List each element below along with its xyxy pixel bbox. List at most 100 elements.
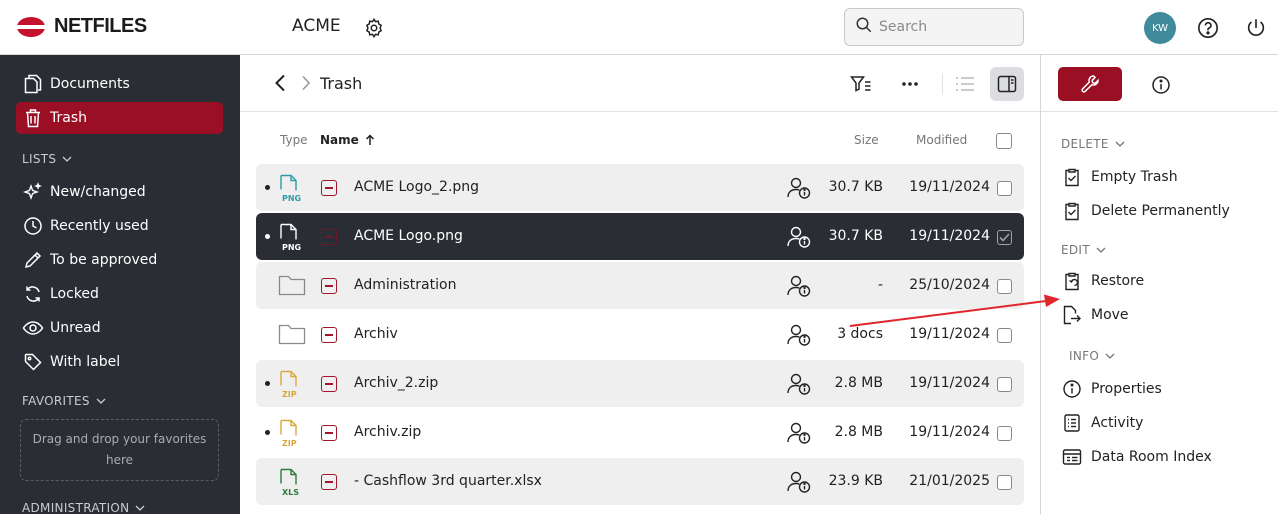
file-size: 30.7 KB	[828, 228, 883, 244]
table-row[interactable]: ZIP Archiv.zip 2.8 MB 19/11/2024	[256, 409, 1024, 456]
file-name[interactable]: ACME Logo.png	[354, 228, 463, 244]
row-checkbox[interactable]	[997, 426, 1012, 441]
column-name[interactable]: Name	[320, 133, 375, 147]
row-checkbox[interactable]	[997, 230, 1012, 245]
lists-section-toggle[interactable]: LISTS	[22, 152, 72, 166]
clipboard-check-icon	[1061, 166, 1083, 188]
search-box[interactable]	[844, 8, 1024, 46]
column-modified[interactable]: Modified	[916, 133, 967, 147]
row-checkbox[interactable]	[997, 377, 1012, 392]
favorites-drop-zone[interactable]: Drag and drop your favorites here	[20, 419, 219, 481]
action-label: Activity	[1091, 415, 1144, 431]
back-button[interactable]	[268, 71, 292, 95]
administration-section-toggle[interactable]: ADMINISTRATION	[22, 501, 145, 514]
section-label: DELETE	[1061, 137, 1109, 151]
trash-icon	[22, 107, 44, 129]
list-view-button[interactable]	[948, 67, 982, 101]
owner-info-icon[interactable]	[786, 176, 812, 200]
sidebar-item-new-changed[interactable]: New/changed	[16, 176, 223, 208]
column-size[interactable]: Size	[854, 133, 879, 147]
file-name[interactable]: Archiv	[354, 326, 398, 342]
brand-name: NETFILES	[54, 15, 147, 37]
unread-dot	[265, 381, 270, 386]
trashed-status-icon	[321, 180, 337, 196]
png-file-icon: PNG	[278, 223, 306, 253]
section-label: FAVORITES	[22, 394, 90, 408]
action-label: Delete Permanently	[1091, 203, 1230, 219]
owner-info-icon[interactable]	[786, 421, 812, 445]
sidebar-item-to-be-approved[interactable]: To be approved	[16, 244, 223, 276]
tab-tools[interactable]	[1058, 67, 1122, 101]
table-row[interactable]: ZIP Archiv_2.zip 2.8 MB 19/11/2024	[256, 360, 1024, 407]
gear-icon[interactable]	[362, 16, 386, 40]
properties-button[interactable]: Properties	[1061, 376, 1162, 402]
list-toolbar: Trash	[240, 55, 1040, 112]
sidebar-item-label: Locked	[50, 286, 99, 302]
column-type[interactable]: Type	[280, 133, 308, 147]
netfiles-logo[interactable]: NETFILES	[16, 15, 147, 38]
row-checkbox[interactable]	[997, 475, 1012, 490]
pencil-icon	[22, 249, 44, 271]
help-icon[interactable]	[1196, 16, 1220, 40]
filter-sort-button[interactable]	[844, 67, 878, 101]
move-button[interactable]: Move	[1061, 302, 1129, 328]
empty-trash-button[interactable]: Empty Trash	[1061, 164, 1178, 190]
move-icon	[1061, 304, 1083, 326]
trashed-status-icon	[321, 474, 337, 490]
section-label: LISTS	[22, 152, 57, 166]
svg-text:ZIP: ZIP	[282, 439, 297, 448]
table-row[interactable]: PNG ACME Logo_2.png 30.7 KB 19/11/2024	[256, 164, 1024, 211]
png-file-icon: PNG	[278, 174, 306, 204]
file-name[interactable]: - Cashflow 3rd quarter.xlsx	[354, 473, 542, 489]
more-horizontal-icon	[902, 82, 918, 86]
restore-button[interactable]: Restore	[1061, 268, 1144, 294]
file-name[interactable]: Archiv.zip	[354, 424, 421, 440]
tab-info[interactable]	[1149, 73, 1173, 97]
sidebar-item-with-label[interactable]: With label	[16, 346, 223, 378]
file-name[interactable]: Administration	[354, 277, 456, 293]
data-room-index-button[interactable]: Data Room Index	[1061, 444, 1212, 470]
sidebar-item-locked[interactable]: Locked	[16, 278, 223, 310]
room-name[interactable]: ACME	[292, 16, 341, 36]
table-row[interactable]: PNG ACME Logo.png 30.7 KB 19/11/2024	[256, 213, 1024, 260]
activity-button[interactable]: Activity	[1061, 410, 1143, 436]
row-checkbox[interactable]	[997, 279, 1012, 294]
power-icon[interactable]	[1244, 16, 1268, 40]
delete-section-toggle[interactable]: DELETE	[1061, 137, 1125, 151]
more-options-button[interactable]	[893, 67, 927, 101]
modified-date: 19/11/2024	[909, 326, 990, 342]
list-view-icon	[956, 77, 974, 91]
sidebar-item-unread[interactable]: Unread	[16, 312, 223, 344]
owner-info-icon[interactable]	[786, 225, 812, 249]
avatar[interactable]: KW	[1144, 12, 1176, 44]
modified-date: 19/11/2024	[909, 179, 990, 195]
modified-date: 19/11/2024	[909, 228, 990, 244]
side-panel-icon	[997, 75, 1017, 93]
file-name[interactable]: ACME Logo_2.png	[354, 179, 479, 195]
owner-info-icon[interactable]	[786, 274, 812, 298]
favorites-section-toggle[interactable]: FAVORITES	[22, 394, 106, 408]
owner-info-icon[interactable]	[786, 323, 812, 347]
zip-file-icon: ZIP	[278, 370, 306, 400]
select-all-checkbox[interactable]	[996, 133, 1012, 149]
edit-section-toggle[interactable]: EDIT	[1061, 243, 1106, 257]
row-checkbox[interactable]	[997, 181, 1012, 196]
unread-dot	[265, 185, 270, 190]
sidebar-item-documents[interactable]: Documents	[16, 68, 223, 100]
sidebar-item-recently-used[interactable]: Recently used	[16, 210, 223, 242]
info-icon	[1152, 76, 1170, 94]
table-row[interactable]: Archiv 3 docs 19/11/2024	[256, 311, 1024, 358]
sparkle-icon	[22, 181, 44, 203]
row-checkbox[interactable]	[997, 328, 1012, 343]
delete-permanently-button[interactable]: Delete Permanently	[1061, 198, 1230, 224]
table-row[interactable]: Administration - 25/10/2024	[256, 262, 1024, 309]
info-section-toggle[interactable]: INFO	[1069, 349, 1115, 363]
panel-toggle-button[interactable]	[990, 67, 1024, 101]
search-input[interactable]	[879, 19, 1019, 35]
sidebar-item-trash[interactable]: Trash	[16, 102, 223, 134]
info-icon	[1061, 378, 1083, 400]
owner-info-icon[interactable]	[786, 470, 812, 494]
file-name[interactable]: Archiv_2.zip	[354, 375, 438, 391]
table-row[interactable]: XLS - Cashflow 3rd quarter.xlsx 23.9 KB 21/…	[256, 458, 1024, 505]
owner-info-icon[interactable]	[786, 372, 812, 396]
